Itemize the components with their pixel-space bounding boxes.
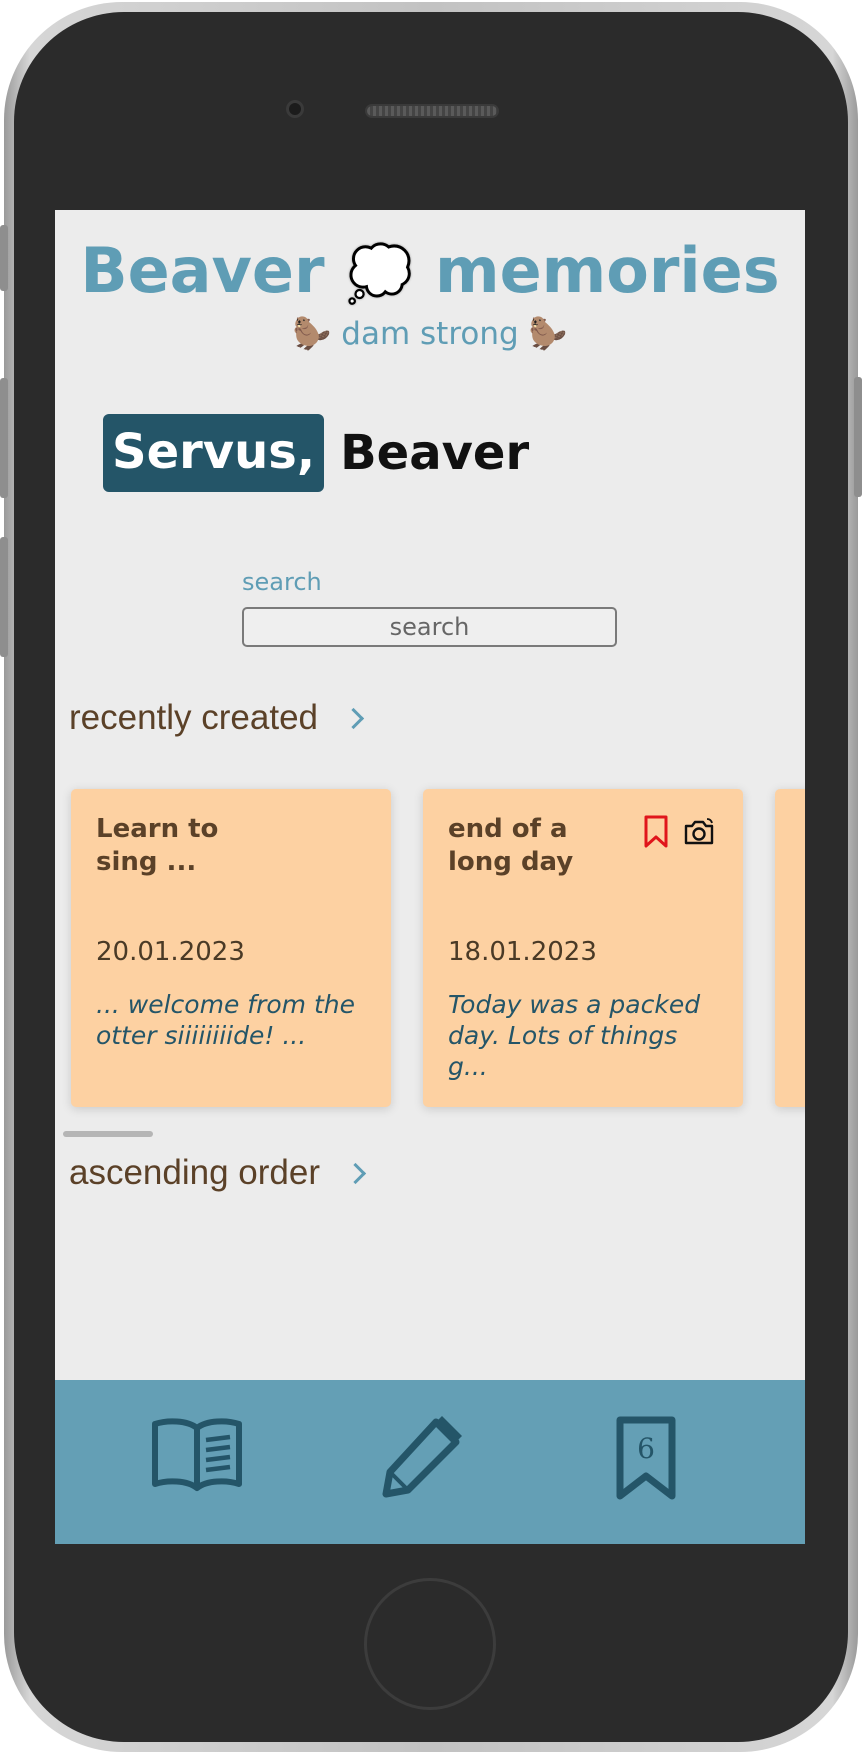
front-camera	[286, 100, 304, 118]
tab-write[interactable]	[380, 1416, 462, 1502]
ascending-order-header[interactable]: ascending order	[69, 1153, 367, 1193]
ascending-order-label: ascending order	[69, 1153, 320, 1192]
greeting: Servus, Beaver	[103, 414, 529, 492]
card-icons	[643, 815, 715, 853]
bottom-tab-bar: 6	[55, 1380, 805, 1544]
card-date: 20.01.2023	[96, 937, 245, 967]
search-input[interactable]	[242, 607, 617, 647]
recently-created-header[interactable]: recently created	[69, 698, 365, 738]
memory-card[interactable]: end of a long day 18.01.2023 Today was a…	[423, 789, 743, 1107]
camera-icon	[683, 817, 715, 851]
app-title-left: Beaver	[80, 234, 325, 307]
app-title: Beaver 💭 memories	[55, 234, 805, 311]
earpiece-speaker	[365, 104, 499, 118]
volume-up-button	[0, 378, 8, 498]
chevron-right-icon	[342, 707, 365, 729]
app-subtitle-text: dam strong	[341, 316, 519, 352]
volume-down-button	[0, 537, 8, 657]
app-title-right: memories	[434, 234, 780, 307]
app-screen: Beaver 💭 memories 🦫 dam strong 🦫 Servus,…	[55, 210, 805, 1544]
mute-switch	[0, 225, 8, 291]
bookmark-icon[interactable]	[643, 815, 669, 853]
memory-card[interactable]: Learn to sing ... 20.01.2023 ... welcome…	[71, 789, 391, 1107]
horizontal-scrollbar[interactable]	[63, 1131, 153, 1137]
tab-bookmarks[interactable]: 6	[615, 1416, 677, 1504]
bookmark-count-badge: 6	[637, 1432, 655, 1465]
app-subtitle: 🦫 dam strong 🦫	[55, 314, 805, 354]
tab-read[interactable]	[149, 1416, 245, 1496]
recently-created-label: recently created	[69, 698, 319, 737]
greeting-user-name: Beaver	[340, 425, 530, 481]
beaver-icon: 🦫	[292, 316, 332, 352]
search-label: search	[242, 568, 322, 596]
power-button	[854, 377, 862, 497]
pencil-icon	[380, 1416, 462, 1502]
thought-bubble-icon: 💭	[346, 242, 414, 305]
card-title: Learn to sing ...	[96, 814, 219, 877]
chevron-right-icon	[344, 1162, 367, 1184]
card-title: end of a long day	[448, 814, 574, 877]
memory-card-partial[interactable]	[775, 789, 805, 1107]
card-date: 18.01.2023	[448, 937, 597, 967]
card-snippet: ... welcome from the otter siiiiiiiide! …	[96, 990, 355, 1050]
book-open-icon	[149, 1418, 245, 1496]
beaver-icon: 🦫	[528, 316, 568, 352]
home-button[interactable]	[364, 1578, 496, 1710]
greeting-salutation: Servus,	[103, 414, 325, 492]
card-snippet: Today was a packed day. Lots of things g…	[448, 990, 701, 1081]
bookmark-icon: 6	[615, 1416, 677, 1504]
